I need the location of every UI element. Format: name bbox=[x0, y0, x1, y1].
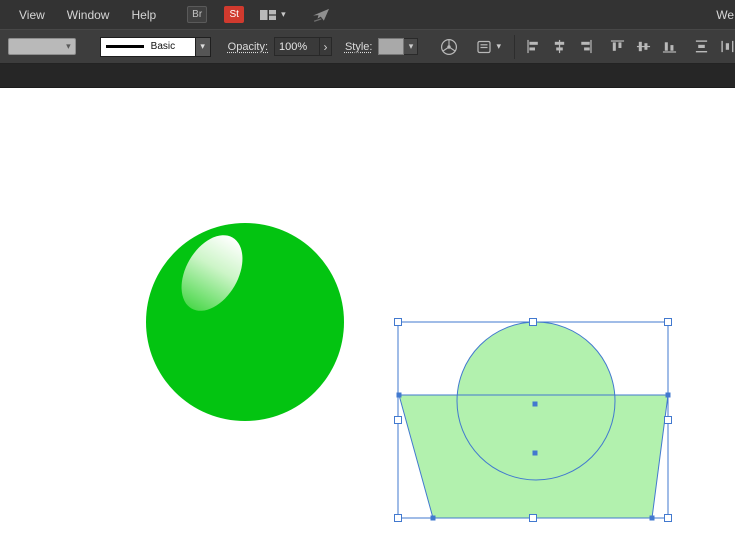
align-vertical-center-button[interactable] bbox=[636, 39, 651, 54]
brush-definition-dropdown[interactable]: Basic ▾ bbox=[99, 36, 211, 57]
distribute-group bbox=[694, 39, 735, 54]
green-ball-artwork[interactable] bbox=[146, 223, 344, 421]
stock-button[interactable]: St bbox=[224, 6, 245, 23]
ball-circle[interactable] bbox=[146, 223, 344, 421]
align-left-icon bbox=[527, 39, 538, 54]
share-icon[interactable] bbox=[312, 7, 331, 22]
selection-handle[interactable] bbox=[664, 416, 672, 424]
anchor-point[interactable] bbox=[430, 515, 436, 521]
bridge-button[interactable]: Br bbox=[187, 6, 208, 23]
brush-name-label: Basic bbox=[150, 41, 176, 52]
horizontal-align-group bbox=[526, 39, 593, 54]
distribute-vertical-icon bbox=[695, 40, 708, 53]
align-vertical-center-icon bbox=[636, 41, 651, 52]
center-point[interactable] bbox=[532, 401, 538, 407]
recolor-artwork-button[interactable] bbox=[440, 38, 458, 56]
opacity-label[interactable]: Opacity: bbox=[228, 41, 268, 53]
separator bbox=[514, 34, 515, 59]
align-top-icon bbox=[610, 40, 625, 51]
artboard-canvas[interactable] bbox=[0, 88, 735, 536]
anchor-point[interactable] bbox=[665, 392, 671, 398]
document-setup-button[interactable]: ▾ bbox=[476, 40, 501, 54]
selection-handle[interactable] bbox=[664, 318, 672, 326]
align-bottom-button[interactable] bbox=[662, 39, 677, 54]
selection-handle[interactable] bbox=[394, 318, 402, 326]
menu-help[interactable]: Help bbox=[120, 8, 167, 22]
selection-handle[interactable] bbox=[394, 514, 402, 522]
chevron-down-icon: ▾ bbox=[66, 41, 71, 51]
align-horizontal-center-icon bbox=[554, 39, 565, 54]
style-swatch bbox=[378, 38, 405, 55]
distribute-horizontal-button[interactable] bbox=[720, 39, 735, 54]
brush-preview: Basic bbox=[99, 36, 196, 57]
vertical-align-group bbox=[610, 39, 677, 54]
graphic-style-dropdown[interactable]: ▾ bbox=[378, 38, 419, 55]
distribute-vertical-button[interactable] bbox=[694, 39, 709, 54]
align-top-button[interactable] bbox=[610, 39, 625, 54]
selection-handle[interactable] bbox=[529, 514, 537, 522]
document-icon bbox=[477, 40, 492, 53]
opacity-panel-arrow-button[interactable]: › bbox=[320, 37, 332, 56]
selected-artwork[interactable] bbox=[394, 318, 672, 522]
selection-handle[interactable] bbox=[394, 416, 402, 424]
align-left-button[interactable] bbox=[526, 39, 541, 54]
arrange-documents-button[interactable]: ▾ bbox=[259, 8, 286, 22]
selection-handle[interactable] bbox=[664, 514, 672, 522]
workspace-label[interactable]: We bbox=[716, 8, 735, 22]
style-label[interactable]: Style: bbox=[345, 41, 373, 53]
app-bar-tools: Br St ▾ bbox=[187, 6, 331, 23]
align-bottom-icon bbox=[662, 42, 677, 53]
center-point[interactable] bbox=[532, 450, 538, 456]
anchor-point[interactable] bbox=[396, 392, 402, 398]
menu-view[interactable]: View bbox=[8, 8, 56, 22]
control-bar: ▾ Basic ▾ Opacity: › Style: ▾ ▾ bbox=[0, 29, 735, 64]
align-horizontal-center-button[interactable] bbox=[552, 39, 567, 54]
document-tab-strip bbox=[0, 64, 735, 88]
chevron-down-icon[interactable]: ▾ bbox=[404, 38, 419, 55]
recolor-artwork-icon bbox=[441, 38, 458, 55]
anchor-point[interactable] bbox=[649, 515, 655, 521]
menu-bar: View Window Help Br St ▾ We bbox=[0, 0, 735, 29]
selection-handle[interactable] bbox=[529, 318, 537, 326]
distribute-horizontal-icon bbox=[721, 40, 734, 53]
chevron-down-icon[interactable]: ▾ bbox=[195, 36, 211, 57]
align-right-button[interactable] bbox=[578, 39, 593, 54]
brush-stroke-sample bbox=[105, 45, 144, 48]
variable-width-profile-dropdown[interactable]: ▾ bbox=[8, 38, 76, 55]
align-right-icon bbox=[581, 39, 592, 54]
circle-shape[interactable] bbox=[457, 322, 615, 480]
chevron-down-icon: ▾ bbox=[496, 41, 501, 51]
arrange-documents-icon bbox=[260, 9, 277, 20]
menu-window[interactable]: Window bbox=[56, 8, 121, 22]
opacity-input[interactable] bbox=[274, 37, 321, 56]
chevron-down-icon: ▾ bbox=[281, 9, 286, 19]
